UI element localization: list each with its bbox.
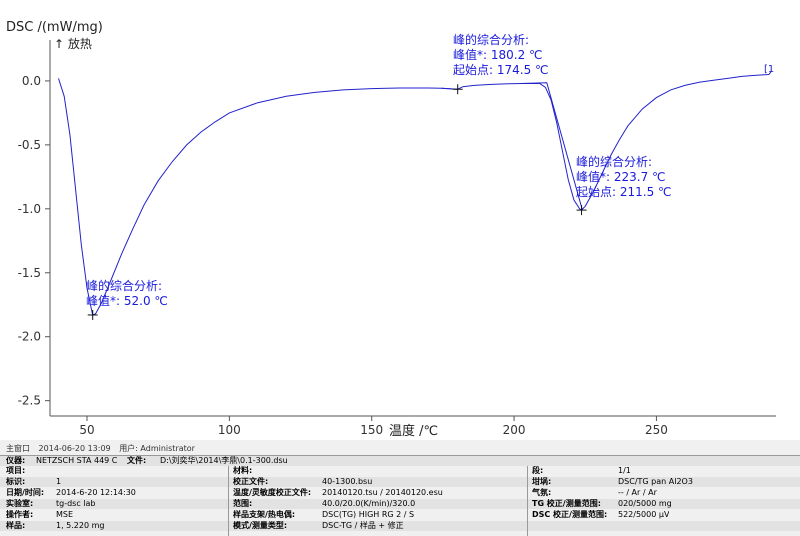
info-value: 40.0/20.0(K/min)/320.0	[322, 499, 416, 508]
info-value: 40-1300.bsu	[322, 477, 373, 486]
annotation-onset-value: 起始点: 211.5 ℃	[576, 185, 672, 199]
annotation-onset-value: 起始点: 174.5 ℃	[453, 63, 549, 77]
column-divider	[527, 466, 528, 536]
peak-markers	[87, 84, 587, 320]
info-value: 2014-6-20 12:14:30	[56, 488, 136, 497]
info-value: DSC-TG / 样品 + 修正	[322, 521, 404, 530]
status-bar: 主窗口 2014-06-20 13:09 用户: Administrator	[0, 443, 800, 455]
info-value: DSC(TG) HIGH RG 2 / S	[322, 510, 415, 519]
file-label: 文件:	[127, 456, 147, 465]
x-tick-label: 50	[79, 423, 94, 437]
measurement-info-table: 仪器: NETZSCH STA 449 C 文件: D:\刘奕华\2014\李鼎…	[0, 455, 800, 536]
info-label: DSC 校正/测量范围:	[532, 510, 608, 519]
x-tick-label: 100	[218, 423, 241, 437]
info-row: 操作者: MSE 样品支架/热电偶: DSC(TG) HIGH RG 2 / S DSC…	[0, 510, 800, 520]
y-tick-label: -2.0	[18, 330, 41, 344]
info-label: 模式/测量类型:	[233, 521, 288, 530]
annotation-title: 峰的综合分析:	[576, 154, 652, 169]
instrument-label: 仪器:	[6, 456, 26, 465]
exo-direction-label: ↑ 放热	[54, 36, 92, 51]
info-label: TG 校正/测量范围:	[532, 499, 601, 508]
info-label: 项目:	[6, 466, 26, 475]
y-tick-label: 0.0	[22, 74, 41, 88]
info-row: 标识: 1 校正文件: 40-1300.bsu 坩埚: DSC/TG pan Al2O3	[0, 477, 800, 487]
y-tick-label: -0.5	[18, 138, 41, 152]
info-label: 日期/时间:	[6, 488, 45, 497]
annotation-title: 峰的综合分析:	[86, 278, 162, 293]
info-label: 段:	[532, 466, 544, 475]
info-label: 坩埚:	[532, 477, 552, 486]
info-value: 1	[56, 477, 62, 486]
annotation-peak-52: 峰的综合分析: 峰值*: 52.0 ℃	[86, 278, 168, 308]
status-datetime: 2014-06-20 13:09	[38, 444, 111, 453]
info-label: 样品:	[6, 521, 26, 530]
status-window-label: 主窗口	[6, 444, 30, 453]
annotation-peak-value: 峰值*: 52.0 ℃	[86, 293, 168, 308]
info-row: 样品: 1, 5.220 mg 模式/测量类型: DSC-TG / 样品 + 修正	[0, 521, 800, 531]
info-value: 522/5000 μV	[618, 510, 670, 519]
y-tick-label: -2.5	[18, 394, 41, 408]
y-tick-label: -1.5	[18, 266, 41, 280]
y-tick-label: -1.0	[18, 202, 41, 216]
info-label: 样品支架/热电偶:	[233, 510, 296, 519]
info-label: 校正文件:	[233, 477, 269, 486]
info-value: 20140120.tsu / 20140120.esu	[322, 488, 443, 497]
info-label: 实验室:	[6, 499, 34, 508]
info-label: 范围:	[233, 499, 253, 508]
info-value: 020/5000 mg	[618, 499, 672, 508]
annotation-peak-value: 峰值*: 223.7 ℃	[576, 169, 666, 184]
annotation-peak-value: 峰值*: 180.2 ℃	[453, 47, 543, 62]
info-value: -- / Ar / Ar	[618, 488, 657, 497]
dsc-chart: DSC /(mW/mg) ↑ 放热 温度 /℃ [1 0.0-0.5-1.0-1…	[6, 20, 776, 439]
y-axis-title: DSC /(mW/mg)	[6, 20, 103, 35]
info-label: 操作者:	[6, 510, 34, 519]
file-value: D:\刘奕华\2014\李鼎\0.1-300.dsu	[160, 456, 288, 465]
x-tick-label: 200	[503, 423, 526, 437]
info-value: 1/1	[618, 466, 631, 475]
x-tick-label: 250	[645, 423, 668, 437]
info-label: 材料:	[233, 466, 253, 475]
info-value: DSC/TG pan Al2O3	[618, 477, 693, 486]
axis-ticks: 0.0 -0.5 -1.0 -1.5 -2.0 -2.5 50 100 150 200 250	[18, 74, 668, 437]
info-label: 气氛:	[532, 488, 552, 497]
info-row: 实验室: tg-dsc lab 范围: 40.0/20.0(K/min)/320.0 T…	[0, 499, 800, 509]
instrument-value: NETZSCH STA 449 C	[36, 456, 118, 465]
annotation-peak-180: 峰的综合分析: 峰值*: 180.2 ℃ 起始点: 174.5 ℃	[453, 32, 549, 77]
instrument-row: 仪器: NETZSCH STA 449 C 文件: D:\刘奕华\2014\李鼎…	[0, 456, 800, 466]
info-value: MSE	[56, 510, 74, 519]
info-label: 标识:	[6, 477, 26, 486]
status-user: 用户: Administrator	[119, 444, 195, 453]
info-label: 温度/灵敏度校正文件:	[233, 488, 312, 497]
dsc-report-window: DSC /(mW/mg) ↑ 放热 温度 /℃ [1 0.0 -0.5 -1.0 -1…	[0, 0, 800, 536]
info-row: 日期/时间: 2014-6-20 12:14:30 温度/灵敏度校正文件: 20140…	[0, 488, 800, 498]
x-tick-label: 150	[360, 423, 383, 437]
x-axis-title: 温度 /℃	[389, 423, 438, 439]
annotation-title: 峰的综合分析:	[453, 32, 529, 47]
column-divider	[228, 466, 229, 536]
dsc-plot-area: DSC /(mW/mg) ↑ 放热 温度 /℃ [1 0.0 -0.5 -1.0 -1…	[0, 0, 800, 440]
info-value: tg-dsc lab	[56, 499, 96, 508]
info-row: 项目: 材料: 段: 1/1	[0, 466, 800, 476]
info-value: 1, 5.220 mg	[56, 521, 105, 530]
annotation-peak-223: 峰的综合分析: 峰值*: 223.7 ℃ 起始点: 211.5 ℃	[576, 154, 672, 199]
